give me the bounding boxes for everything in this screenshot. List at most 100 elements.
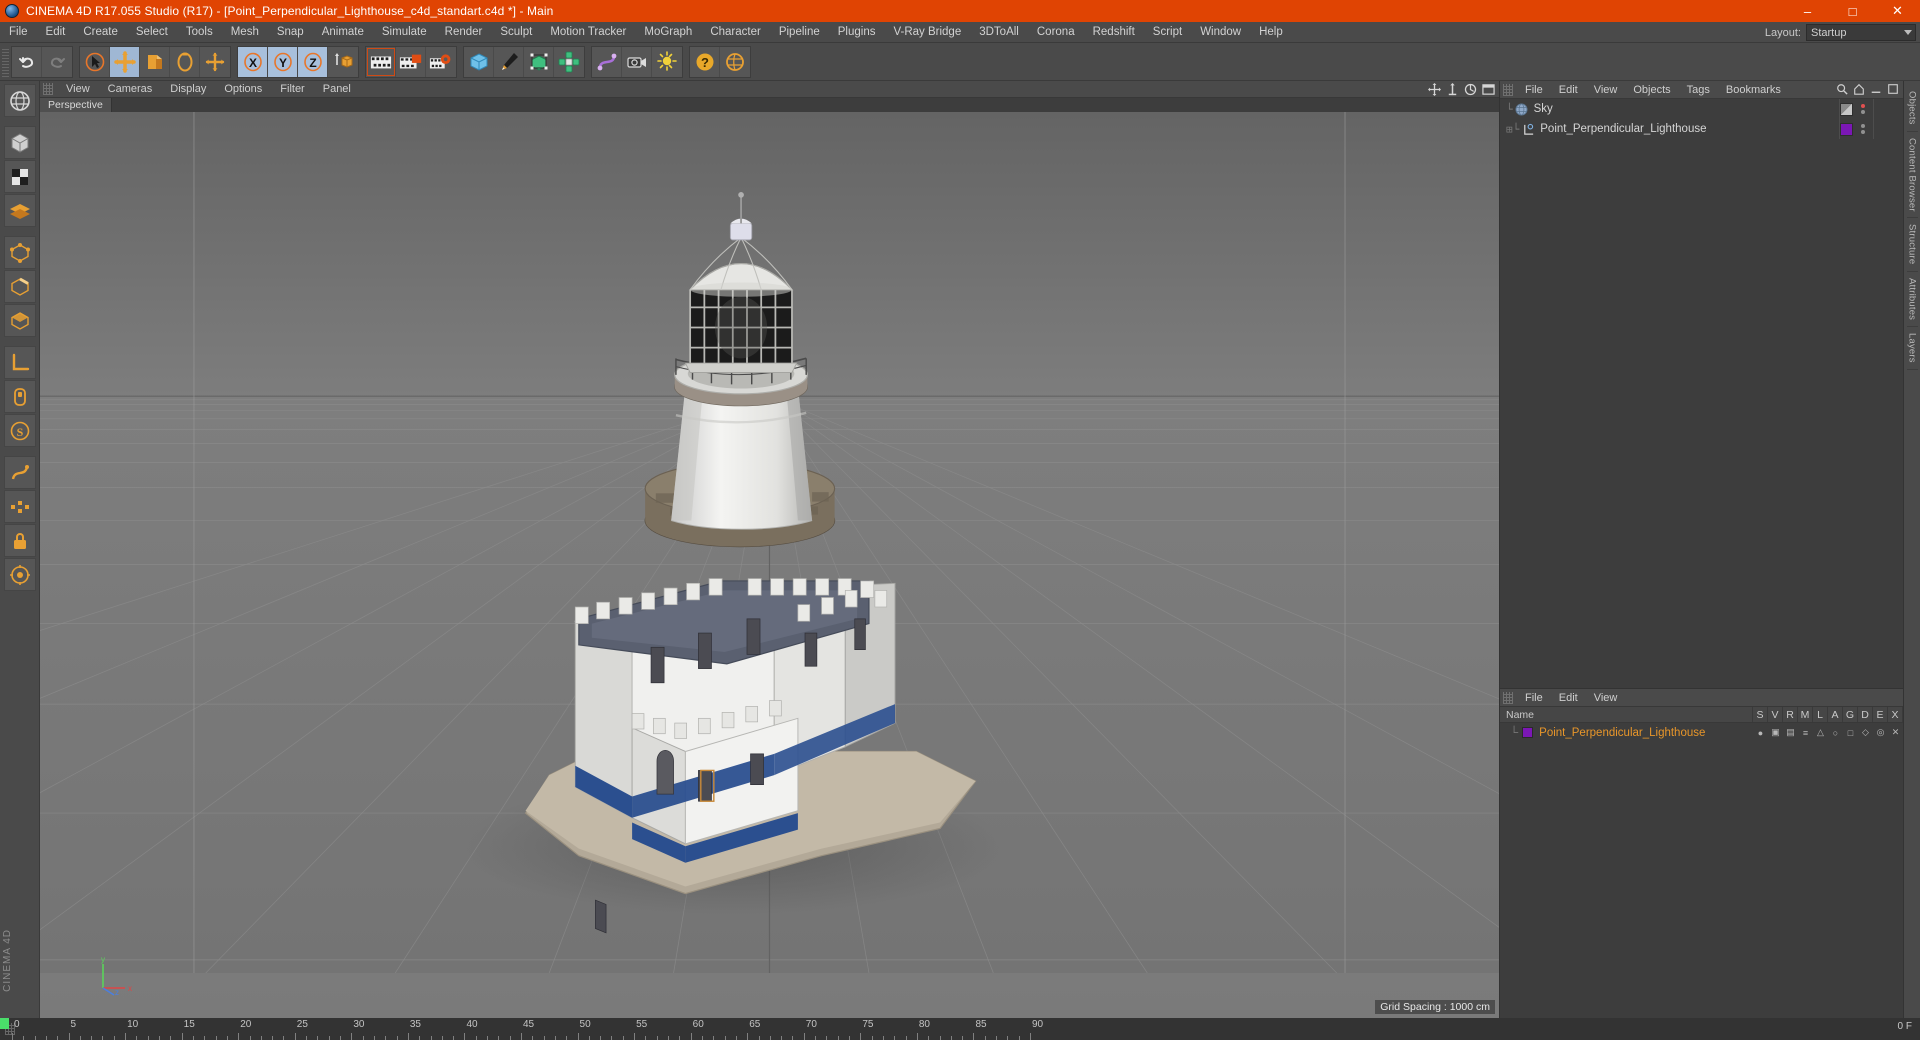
redo-button[interactable] xyxy=(42,47,72,77)
object-menu-objects[interactable]: Objects xyxy=(1625,81,1678,99)
layer-color-swatch[interactable] xyxy=(1522,727,1534,738)
visibility-dots[interactable] xyxy=(1857,124,1869,134)
close-button[interactable]: ✕ xyxy=(1875,0,1920,22)
object-manager-gripper-icon[interactable] xyxy=(1503,83,1513,96)
layer-toggle-s[interactable]: ● xyxy=(1753,728,1768,738)
maximize-button[interactable]: □ xyxy=(1830,0,1875,22)
layer-column-r[interactable]: R xyxy=(1783,707,1798,722)
object-row[interactable]: └ Sky xyxy=(1500,99,1903,119)
layer-column-d[interactable]: D xyxy=(1858,707,1873,722)
object-maximize-icon[interactable] xyxy=(1887,83,1899,98)
menu-create[interactable]: Create xyxy=(74,22,127,43)
timeline-ruler[interactable]: 0 5 10 15 20 25 30 35 40 45 50 55 60 65 70 75 80 85 90 0 F xyxy=(0,1018,1920,1040)
timeline-playhead[interactable] xyxy=(0,1018,9,1029)
move-tool-button[interactable] xyxy=(110,46,140,77)
object-menu-tags[interactable]: Tags xyxy=(1679,81,1718,99)
layer-toggle-l[interactable]: △ xyxy=(1813,727,1828,738)
add-camera-button[interactable] xyxy=(622,46,652,77)
lock-z-axis-button[interactable]: Z xyxy=(298,46,328,77)
object-tag-swatch[interactable] xyxy=(1840,122,1853,136)
object-menu-edit[interactable]: Edit xyxy=(1551,81,1586,99)
texture-mode-button[interactable] xyxy=(3,160,36,193)
viewport-menu-panel[interactable]: Panel xyxy=(314,81,360,98)
layer-menu-edit[interactable]: Edit xyxy=(1551,689,1586,707)
menu-mesh[interactable]: Mesh xyxy=(222,22,268,43)
viewport-menu-cameras[interactable]: Cameras xyxy=(99,81,162,98)
add-cube-primitive-button[interactable] xyxy=(464,46,494,77)
menu-select[interactable]: Select xyxy=(127,22,177,43)
scale-tool-button[interactable] xyxy=(140,46,170,77)
toolbar-gripper[interactable] xyxy=(2,46,9,77)
move-view-icon[interactable] xyxy=(1428,83,1441,99)
undo-button[interactable] xyxy=(12,46,42,77)
layer-column-l[interactable]: L xyxy=(1813,707,1828,722)
object-layer-cell[interactable] xyxy=(1873,119,1903,139)
maximize-view-icon[interactable] xyxy=(1482,83,1495,99)
layer-toggle-m[interactable]: ≡ xyxy=(1798,728,1813,738)
menu-snap[interactable]: Snap xyxy=(268,22,313,43)
object-menu-file[interactable]: File xyxy=(1517,81,1551,99)
visibility-dots[interactable] xyxy=(1857,104,1869,114)
content-browser-palette-button[interactable] xyxy=(3,84,36,117)
object-search-icon[interactable] xyxy=(1836,83,1848,98)
menu-help[interactable]: Help xyxy=(1250,22,1292,43)
layer-column-s[interactable]: S xyxy=(1753,707,1768,722)
menu-motion-tracker[interactable]: Motion Tracker xyxy=(541,22,635,43)
polygon-mode-button[interactable] xyxy=(3,194,36,227)
object-tag-swatch[interactable] xyxy=(1840,102,1853,116)
tree-expand-icon[interactable]: ⊞└ xyxy=(1506,123,1519,136)
help-button[interactable]: ? xyxy=(690,46,720,77)
menu-script[interactable]: Script xyxy=(1144,22,1191,43)
object-home-icon[interactable] xyxy=(1853,83,1865,98)
viewport-name[interactable]: Perspective xyxy=(40,98,112,112)
layer-column-a[interactable]: A xyxy=(1828,707,1843,722)
move-axis-tool-button[interactable] xyxy=(200,47,230,77)
render-to-picture-viewer-button[interactable] xyxy=(396,46,426,77)
layer-toggle-r[interactable]: ▤ xyxy=(1783,727,1798,738)
perspective-viewport[interactable]: Grid Spacing : 1000 cm y x z xyxy=(40,112,1499,1018)
lock-y-axis-button[interactable]: Y xyxy=(268,46,298,77)
workplane-button[interactable] xyxy=(3,490,36,523)
vertical-tab-content-browser[interactable]: Content Browser xyxy=(1906,132,1918,219)
layer-column-x[interactable]: X xyxy=(1888,707,1903,722)
layer-toggle-x[interactable]: ✕ xyxy=(1888,727,1903,738)
layer-toggle-g[interactable]: □ xyxy=(1843,728,1858,738)
viewport-menu-view[interactable]: View xyxy=(57,81,99,98)
layer-column-e[interactable]: E xyxy=(1873,707,1888,722)
menu-pipeline[interactable]: Pipeline xyxy=(770,22,829,43)
menu-3dtoall[interactable]: 3DToAll xyxy=(970,22,1028,43)
viewport-menu-options[interactable]: Options xyxy=(215,81,271,98)
menu-file[interactable]: File xyxy=(0,22,37,43)
add-array-object-button[interactable] xyxy=(554,47,584,77)
menu-plugins[interactable]: Plugins xyxy=(829,22,885,43)
menu-render[interactable]: Render xyxy=(436,22,492,43)
live-selection-tool-button[interactable] xyxy=(80,46,110,77)
viewport-menu-display[interactable]: Display xyxy=(161,81,215,98)
add-nurbs-object-button[interactable] xyxy=(524,46,554,77)
object-menu-view[interactable]: View xyxy=(1586,81,1626,99)
viewport-menu-filter[interactable]: Filter xyxy=(271,81,313,98)
layer-toggle-a[interactable]: ○ xyxy=(1828,728,1843,738)
rotate-tool-button[interactable] xyxy=(170,46,200,77)
points-mode-button[interactable] xyxy=(3,236,36,269)
menu-edit[interactable]: Edit xyxy=(37,22,75,43)
layer-toggle-d[interactable]: ◇ xyxy=(1858,727,1873,738)
object-axis-button[interactable] xyxy=(3,380,36,413)
menu-tools[interactable]: Tools xyxy=(177,22,222,43)
menu-simulate[interactable]: Simulate xyxy=(373,22,436,43)
polygons-mode-button[interactable] xyxy=(3,304,36,337)
add-deformer-button[interactable] xyxy=(592,46,622,77)
menu-sculpt[interactable]: Sculpt xyxy=(491,22,541,43)
object-layer-cell[interactable] xyxy=(1873,99,1903,119)
menu-window[interactable]: Window xyxy=(1191,22,1250,43)
render-settings-button[interactable] xyxy=(426,47,456,77)
menu-animate[interactable]: Animate xyxy=(313,22,373,43)
axis-mode-button[interactable] xyxy=(3,346,36,379)
layer-column-name[interactable]: Name xyxy=(1500,707,1753,722)
zoom-view-icon[interactable] xyxy=(1446,83,1459,99)
add-light-button[interactable] xyxy=(652,47,682,77)
render-view-button[interactable] xyxy=(366,46,396,77)
vertical-tab-objects[interactable]: Objects xyxy=(1906,85,1918,132)
add-spline-pen-button[interactable] xyxy=(494,46,524,77)
viewport-gripper-icon[interactable] xyxy=(43,83,53,95)
